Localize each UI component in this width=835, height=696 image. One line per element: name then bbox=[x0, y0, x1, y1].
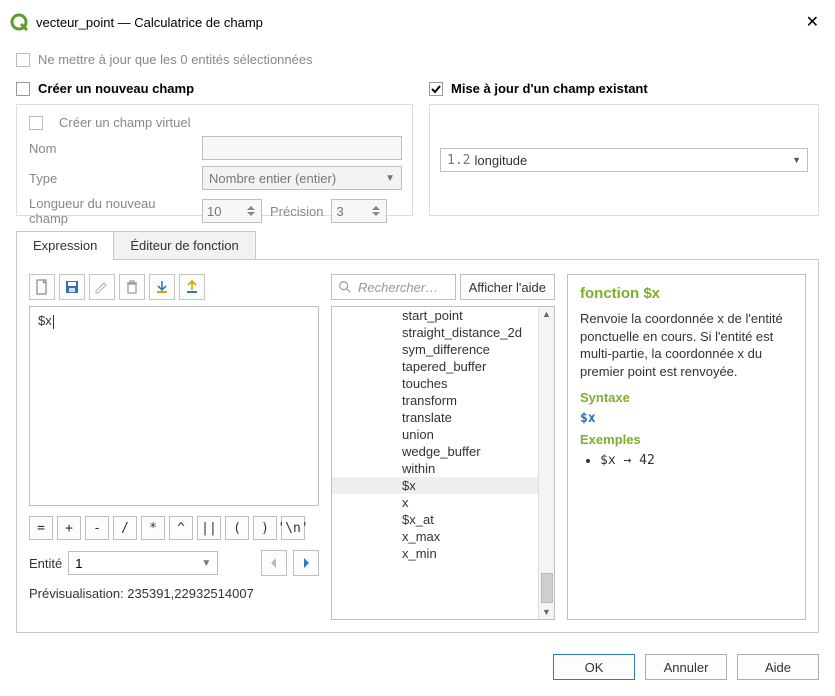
help-example-1: $x → 42 bbox=[600, 453, 793, 468]
help-button[interactable]: Aide bbox=[737, 654, 819, 680]
function-list-item[interactable]: tapered_buffer bbox=[332, 358, 554, 375]
precision-value: 3 bbox=[336, 204, 343, 219]
function-list-item[interactable]: translate bbox=[332, 409, 554, 426]
chevron-down-icon: ▼ bbox=[201, 558, 211, 569]
field-type-icon: 1.2 bbox=[447, 153, 470, 168]
edit-icon[interactable] bbox=[89, 274, 115, 300]
save-icon[interactable] bbox=[59, 274, 85, 300]
type-select: Nombre entier (entier) ▼ bbox=[202, 166, 402, 190]
search-icon bbox=[338, 280, 352, 294]
operator-button[interactable]: ( bbox=[225, 516, 249, 540]
entity-label: Entité bbox=[29, 556, 62, 571]
expression-text: $x bbox=[38, 313, 52, 328]
operator-button[interactable]: = bbox=[29, 516, 53, 540]
import-icon[interactable] bbox=[149, 274, 175, 300]
search-placeholder: Rechercher… bbox=[358, 280, 438, 295]
show-help-button[interactable]: Afficher l'aide bbox=[460, 274, 555, 300]
virtual-field-checkbox bbox=[29, 116, 43, 130]
help-syntax-heading: Syntaxe bbox=[580, 390, 793, 405]
update-existing-field-checkbox[interactable] bbox=[429, 82, 443, 96]
function-list-item[interactable]: wedge_buffer bbox=[332, 443, 554, 460]
function-list-item[interactable]: straight_distance_2d bbox=[332, 324, 554, 341]
function-list-item[interactable]: touches bbox=[332, 375, 554, 392]
scroll-up-icon[interactable]: ▲ bbox=[542, 307, 551, 321]
virtual-field-label: Créer un champ virtuel bbox=[59, 115, 191, 130]
help-description: Renvoie la coordonnée x de l'entité ponc… bbox=[580, 310, 793, 380]
only-selected-label: Ne mettre à jour que les 0 entités sélec… bbox=[38, 52, 313, 67]
function-list-item[interactable]: x bbox=[332, 494, 554, 511]
search-input[interactable]: Rechercher… bbox=[331, 274, 456, 300]
name-label: Nom bbox=[29, 141, 194, 156]
create-new-field-checkbox[interactable] bbox=[16, 82, 30, 96]
type-label: Type bbox=[29, 171, 194, 186]
function-list[interactable]: start_pointstraight_distance_2dsym_diffe… bbox=[331, 306, 555, 620]
only-selected-checkbox bbox=[16, 53, 30, 67]
cancel-button[interactable]: Annuler bbox=[645, 654, 727, 680]
length-spin: 10 bbox=[202, 199, 262, 223]
scrollbar[interactable]: ▲ ▼ bbox=[538, 307, 554, 619]
precision-label: Précision bbox=[270, 204, 323, 219]
entity-select[interactable]: 1 ▼ bbox=[68, 551, 218, 575]
function-list-item[interactable]: $x bbox=[332, 477, 554, 494]
function-list-item[interactable]: union bbox=[332, 426, 554, 443]
update-existing-field-heading: Mise à jour d'un champ existant bbox=[451, 81, 648, 96]
operator-button[interactable]: - bbox=[85, 516, 109, 540]
scroll-down-icon[interactable]: ▼ bbox=[542, 605, 551, 619]
existing-field-value: longitude bbox=[474, 153, 527, 168]
operator-button[interactable]: || bbox=[197, 516, 221, 540]
function-list-item[interactable]: x_min bbox=[332, 545, 554, 562]
existing-field-select[interactable]: 1.2 longitude ▼ bbox=[440, 148, 808, 172]
qgis-logo-icon bbox=[10, 13, 28, 31]
operator-button[interactable]: * bbox=[141, 516, 165, 540]
preview-label: Prévisualisation: bbox=[29, 586, 124, 601]
tab-expression[interactable]: Expression bbox=[16, 231, 114, 260]
window-title: vecteur_point — Calculatrice de champ bbox=[36, 15, 802, 30]
help-title: fonction $x bbox=[580, 285, 793, 302]
operator-button[interactable]: ^ bbox=[169, 516, 193, 540]
next-entity-button[interactable] bbox=[293, 550, 319, 576]
function-list-item[interactable]: start_point bbox=[332, 307, 554, 324]
function-list-item[interactable]: sym_difference bbox=[332, 341, 554, 358]
scroll-thumb[interactable] bbox=[541, 573, 553, 603]
function-list-item[interactable]: x_max bbox=[332, 528, 554, 545]
ok-button[interactable]: OK bbox=[553, 654, 635, 680]
help-panel: fonction $x Renvoie la coordonnée x de l… bbox=[567, 274, 806, 620]
export-icon[interactable] bbox=[179, 274, 205, 300]
function-list-item[interactable]: transform bbox=[332, 392, 554, 409]
create-new-field-heading: Créer un nouveau champ bbox=[38, 81, 194, 96]
operator-button[interactable]: ) bbox=[253, 516, 277, 540]
prev-entity-button[interactable] bbox=[261, 550, 287, 576]
expression-editor[interactable]: $x bbox=[29, 306, 319, 506]
tab-function-editor[interactable]: Éditeur de fonction bbox=[113, 231, 255, 260]
name-input bbox=[202, 136, 402, 160]
chevron-down-icon: ▼ bbox=[385, 173, 395, 184]
operator-button[interactable]: '\n' bbox=[281, 516, 305, 540]
preview-value: 235391,22932514007 bbox=[127, 586, 254, 601]
chevron-down-icon: ▼ bbox=[792, 155, 801, 165]
length-value: 10 bbox=[207, 204, 221, 219]
delete-icon[interactable] bbox=[119, 274, 145, 300]
new-file-icon[interactable] bbox=[29, 274, 55, 300]
help-syntax-token: $x bbox=[580, 411, 793, 426]
operator-button[interactable]: + bbox=[57, 516, 81, 540]
close-icon[interactable]: ✕ bbox=[802, 8, 823, 36]
length-label: Longueur du nouveau champ bbox=[29, 196, 194, 226]
precision-spin: 3 bbox=[331, 199, 387, 223]
help-examples-heading: Exemples bbox=[580, 432, 793, 447]
operator-button[interactable]: / bbox=[113, 516, 137, 540]
type-value: Nombre entier (entier) bbox=[209, 171, 336, 186]
function-list-item[interactable]: within bbox=[332, 460, 554, 477]
entity-value: 1 bbox=[75, 556, 82, 571]
function-list-item[interactable]: $x_at bbox=[332, 511, 554, 528]
